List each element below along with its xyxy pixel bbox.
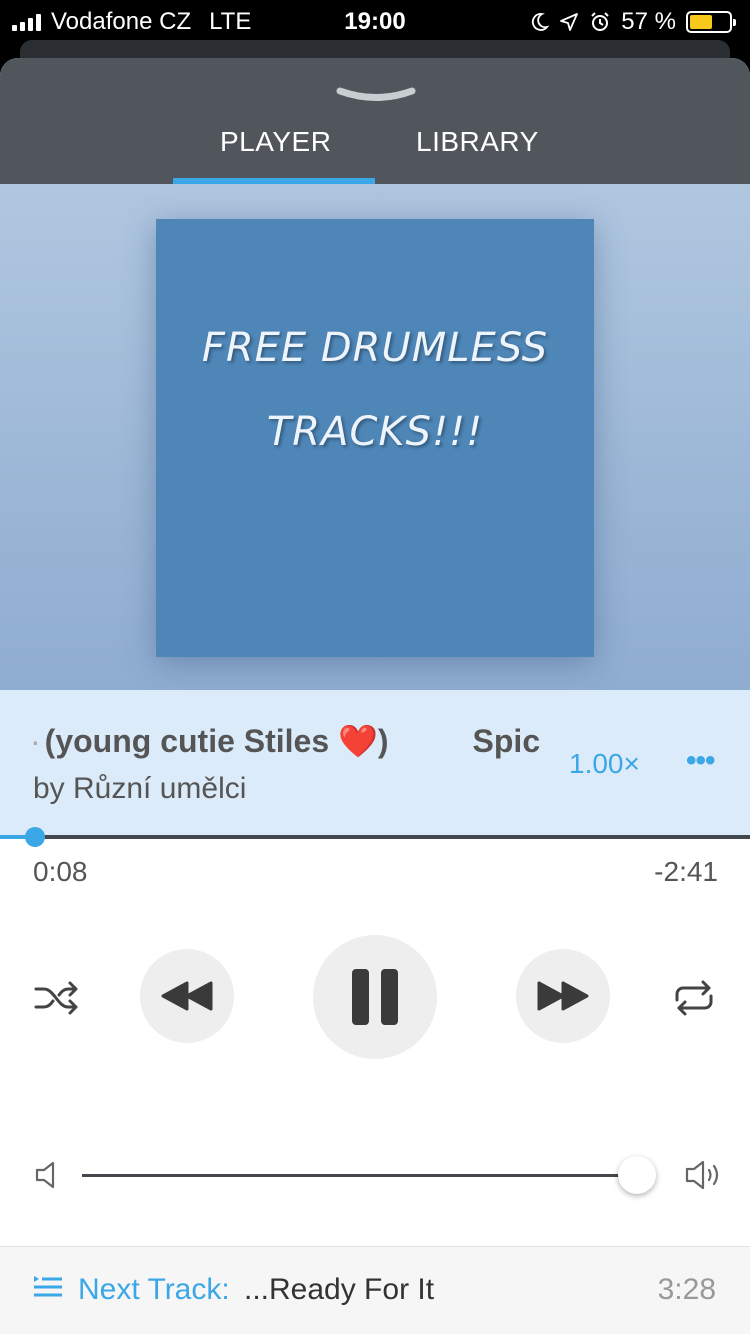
status-bar: Vodafone CZ LTE 19:00 57 % bbox=[0, 0, 750, 40]
shuffle-button[interactable] bbox=[30, 972, 82, 1024]
status-right: 57 % bbox=[529, 8, 736, 36]
moon-icon bbox=[532, 13, 550, 31]
next-track-label: Next Track: bbox=[78, 1273, 230, 1306]
shuffle-icon bbox=[34, 981, 78, 1015]
track-title-repeat: Spic bbox=[472, 723, 541, 759]
artwork-text-line-2: TRACKS!!! bbox=[266, 409, 484, 455]
queue-list-icon bbox=[34, 1276, 62, 1297]
next-track-title: ...Ready For It bbox=[244, 1273, 435, 1306]
location-arrow-icon bbox=[560, 13, 579, 31]
track-info: · (young cutie Stiles ❤️) Spic by Různí um… bbox=[0, 690, 750, 836]
battery-icon bbox=[686, 11, 736, 33]
tab-player[interactable]: PLAYER bbox=[220, 126, 331, 158]
volume-knob[interactable] bbox=[617, 1156, 656, 1194]
track-artist: by Různí umělci bbox=[33, 772, 247, 805]
playback-speed-button[interactable]: 1.00× bbox=[569, 748, 640, 780]
alarm-icon bbox=[591, 12, 610, 31]
pause-icon bbox=[352, 969, 398, 1025]
rewind-button[interactable] bbox=[140, 949, 234, 1043]
next-track-bar[interactable]: Next Track: ...Ready For It 3:28 bbox=[0, 1246, 750, 1334]
remaining-time: -2:41 bbox=[654, 856, 718, 887]
volume-high-icon bbox=[685, 1160, 719, 1190]
next-track-duration: 3:28 bbox=[657, 1273, 716, 1306]
volume-low-icon bbox=[35, 1161, 55, 1189]
repeat-icon bbox=[675, 980, 713, 1016]
repeat-button[interactable] bbox=[668, 972, 720, 1024]
play-pause-button[interactable] bbox=[313, 935, 437, 1059]
elapsed-time: 0:08 bbox=[33, 856, 88, 887]
more-options-button[interactable]: ••• bbox=[686, 744, 715, 778]
progress-bar[interactable] bbox=[0, 827, 750, 847]
track-title-marquee: · (young cutie Stiles ❤️) Spic bbox=[30, 722, 560, 766]
track-title: (young cutie Stiles ❤️) bbox=[44, 723, 389, 759]
album-artwork: FREE DRUMLESS TRACKS!!! bbox=[156, 219, 594, 657]
fast-forward-icon bbox=[537, 981, 589, 1011]
fast-forward-button[interactable] bbox=[516, 949, 610, 1043]
tab-library[interactable]: LIBRARY bbox=[416, 126, 539, 158]
progress-knob[interactable] bbox=[25, 827, 46, 847]
player-sheet: PLAYER LIBRARY FREE DRUMLESS TRACKS!!! ·… bbox=[0, 58, 750, 1334]
artwork-area: FREE DRUMLESS TRACKS!!! bbox=[0, 184, 750, 690]
player-header: PLAYER LIBRARY bbox=[0, 58, 750, 184]
collapse-chevron-icon[interactable] bbox=[336, 86, 416, 104]
marquee-dot: · bbox=[30, 723, 41, 759]
battery-percent: 57 % bbox=[621, 8, 676, 35]
battery-fill bbox=[690, 15, 712, 29]
artwork-text-line-1: FREE DRUMLESS bbox=[201, 325, 549, 371]
volume-slider[interactable] bbox=[82, 1174, 654, 1177]
rewind-icon bbox=[161, 981, 213, 1011]
